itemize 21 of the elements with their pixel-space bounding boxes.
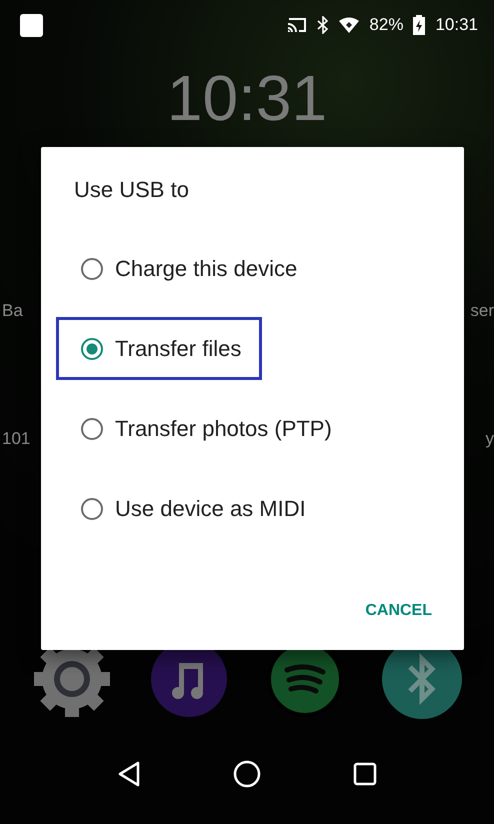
usb-option[interactable]: Use device as MIDI [56, 477, 327, 540]
home-icon[interactable] [233, 760, 261, 788]
bluetooth-icon [317, 16, 330, 34]
cast-icon [287, 17, 308, 33]
app-label: y [486, 429, 494, 449]
usb-option[interactable]: Transfer files [56, 317, 262, 380]
dialog-title: Use USB to [74, 176, 190, 204]
app-label: Ba [2, 301, 23, 321]
usb-option[interactable]: Transfer photos (PTP) [56, 397, 353, 460]
battery-charging-icon [413, 15, 426, 35]
status-time: 10:31 [435, 15, 478, 35]
cancel-button[interactable]: CANCEL [363, 596, 434, 626]
app-label: ser [470, 301, 494, 321]
back-icon[interactable] [117, 761, 141, 787]
lock-clock: 10:31 [166, 61, 328, 136]
recents-icon[interactable] [353, 762, 377, 786]
app-label: 101 [2, 429, 30, 449]
usb-option[interactable]: Charge this device [56, 237, 318, 300]
battery-percent: 82% [369, 15, 404, 35]
wifi-icon [339, 17, 360, 33]
notification-icon [20, 14, 43, 36]
